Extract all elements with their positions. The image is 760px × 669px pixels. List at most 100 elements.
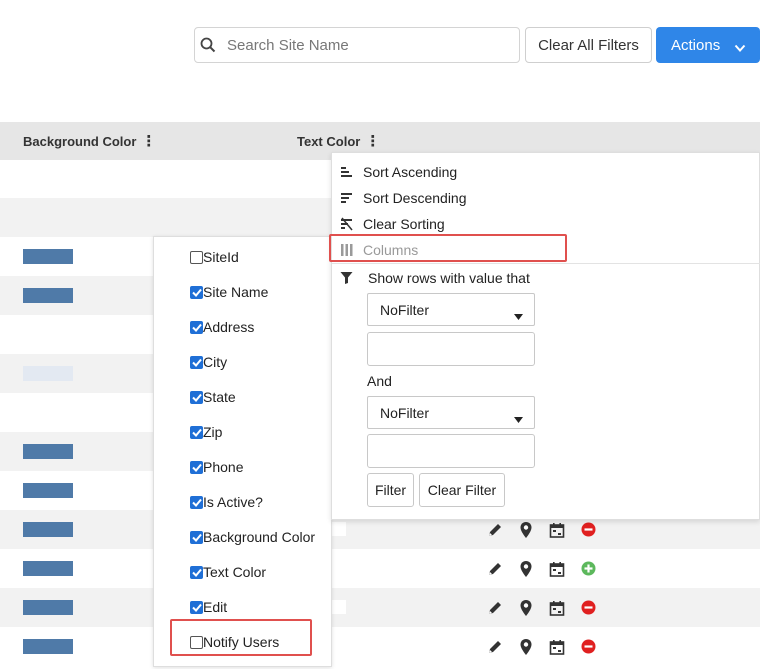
pencil-icon[interactable] [486, 599, 504, 617]
background-color-swatch [23, 366, 73, 381]
checkbox-checked[interactable] [190, 285, 203, 299]
columns-chooser-panel: SiteId Site Name Address City State Zip Phone I… [153, 236, 332, 667]
checkbox-checked[interactable] [190, 425, 203, 439]
map-pin-icon[interactable] [517, 521, 535, 539]
search-icon [200, 37, 218, 55]
kebab-menu-icon[interactable]: ⋮ [141, 132, 156, 150]
sort-descending-item[interactable]: Sort Descending [340, 188, 467, 208]
checkbox-checked[interactable] [190, 565, 203, 579]
column-option[interactable]: SiteId [190, 247, 239, 267]
column-option[interactable]: Text Color [190, 562, 266, 582]
filter-value-input-1[interactable] [367, 332, 535, 366]
column-option[interactable]: Edit [190, 597, 227, 617]
table-row [0, 549, 760, 588]
column-option[interactable]: Is Active? [190, 492, 263, 512]
filter-operator-select-2[interactable]: NoFilter [367, 396, 535, 429]
row-actions [486, 549, 597, 588]
column-option-label: Phone [203, 459, 244, 475]
column-option-label: Text Color [203, 564, 267, 580]
column-option-label: Edit [203, 599, 228, 615]
clear-sorting-icon [340, 217, 354, 231]
menu-divider [332, 263, 760, 264]
sort-ascending-item[interactable]: Sort Ascending [340, 162, 457, 182]
sort-descending-icon [340, 191, 354, 205]
column-option-label: SiteId [203, 249, 239, 265]
highlight-box-columns [329, 234, 567, 262]
column-option-label: Background Color [203, 529, 316, 545]
select-value: NoFilter [380, 404, 430, 421]
column-header-label: Background Color [23, 133, 137, 149]
text-color-cell [332, 522, 346, 536]
checkbox-checked[interactable] [190, 320, 203, 334]
row-actions [486, 627, 597, 666]
checkbox-checked[interactable] [190, 495, 203, 509]
calendar-icon[interactable] [548, 560, 566, 578]
remove-circle-icon[interactable] [579, 638, 597, 656]
remove-circle-icon[interactable] [579, 521, 597, 539]
column-option[interactable]: State [190, 387, 236, 407]
select-value: NoFilter [380, 301, 430, 318]
dropdown-caret-icon [514, 307, 523, 323]
search-input[interactable] [221, 28, 517, 62]
text-color-cell [332, 561, 346, 575]
column-option[interactable]: Address [190, 317, 254, 337]
sort-descending-label: Sort Descending [363, 190, 467, 206]
filter-operator-select-1[interactable]: NoFilter [367, 293, 535, 326]
column-menu: Sort Ascending Sort Descending Clear Sor… [331, 152, 760, 520]
add-circle-icon[interactable] [579, 560, 597, 578]
actions-label: Actions [671, 36, 721, 54]
checkbox-checked[interactable] [190, 355, 203, 369]
background-color-swatch [23, 522, 73, 537]
background-color-swatch [23, 483, 73, 498]
background-color-swatch [23, 249, 73, 264]
clear-sorting-item[interactable]: Clear Sorting [340, 214, 445, 234]
remove-circle-icon[interactable] [579, 599, 597, 617]
column-option[interactable]: Site Name [190, 282, 268, 302]
calendar-icon[interactable] [548, 599, 566, 617]
background-color-swatch [23, 639, 73, 654]
filter-heading: Show rows with value that [340, 268, 530, 288]
checkbox-unchecked[interactable] [190, 250, 203, 264]
checkbox-checked[interactable] [190, 600, 203, 614]
checkbox-checked[interactable] [190, 460, 203, 474]
background-color-swatch [23, 561, 73, 576]
filter-value-input-2[interactable] [367, 434, 535, 468]
actions-button[interactable]: Actions [656, 27, 760, 63]
column-option-label: City [203, 354, 228, 370]
column-option[interactable]: Background Color [190, 527, 315, 547]
checkbox-checked[interactable] [190, 530, 203, 544]
table-row [0, 627, 760, 666]
pencil-icon[interactable] [486, 521, 504, 539]
checkbox-checked[interactable] [190, 390, 203, 404]
calendar-icon[interactable] [548, 638, 566, 656]
column-option-label: Is Active? [203, 494, 263, 510]
filter-icon [340, 271, 354, 285]
clear-sorting-label: Clear Sorting [363, 216, 445, 232]
kebab-menu-icon[interactable]: ⋮ [365, 132, 380, 150]
column-header-label: Text Color [297, 133, 361, 149]
column-option[interactable]: City [190, 352, 227, 372]
column-header-background-color[interactable]: Background Color ⋮ [23, 122, 156, 160]
filter-heading-label: Show rows with value that [368, 270, 530, 286]
column-option[interactable]: Phone [190, 457, 243, 477]
column-option-label: Zip [203, 424, 223, 440]
column-option[interactable]: Zip [190, 422, 222, 442]
clear-all-filters-button[interactable]: Clear All Filters [525, 27, 652, 63]
text-color-cell [332, 600, 346, 614]
column-option-label: Site Name [203, 284, 269, 300]
pencil-icon[interactable] [486, 560, 504, 578]
and-label: And [367, 373, 392, 389]
map-pin-icon[interactable] [517, 560, 535, 578]
dropdown-caret-icon [514, 410, 523, 426]
highlight-box-notify-users [170, 619, 312, 656]
column-option-label: Address [203, 319, 255, 335]
filter-button[interactable]: Filter [367, 473, 414, 507]
map-pin-icon[interactable] [517, 638, 535, 656]
clear-filter-button[interactable]: Clear Filter [419, 473, 505, 507]
search-box[interactable] [194, 27, 520, 63]
sort-ascending-icon [340, 165, 354, 179]
background-color-swatch [23, 288, 73, 303]
pencil-icon[interactable] [486, 638, 504, 656]
calendar-icon[interactable] [548, 521, 566, 539]
map-pin-icon[interactable] [517, 599, 535, 617]
